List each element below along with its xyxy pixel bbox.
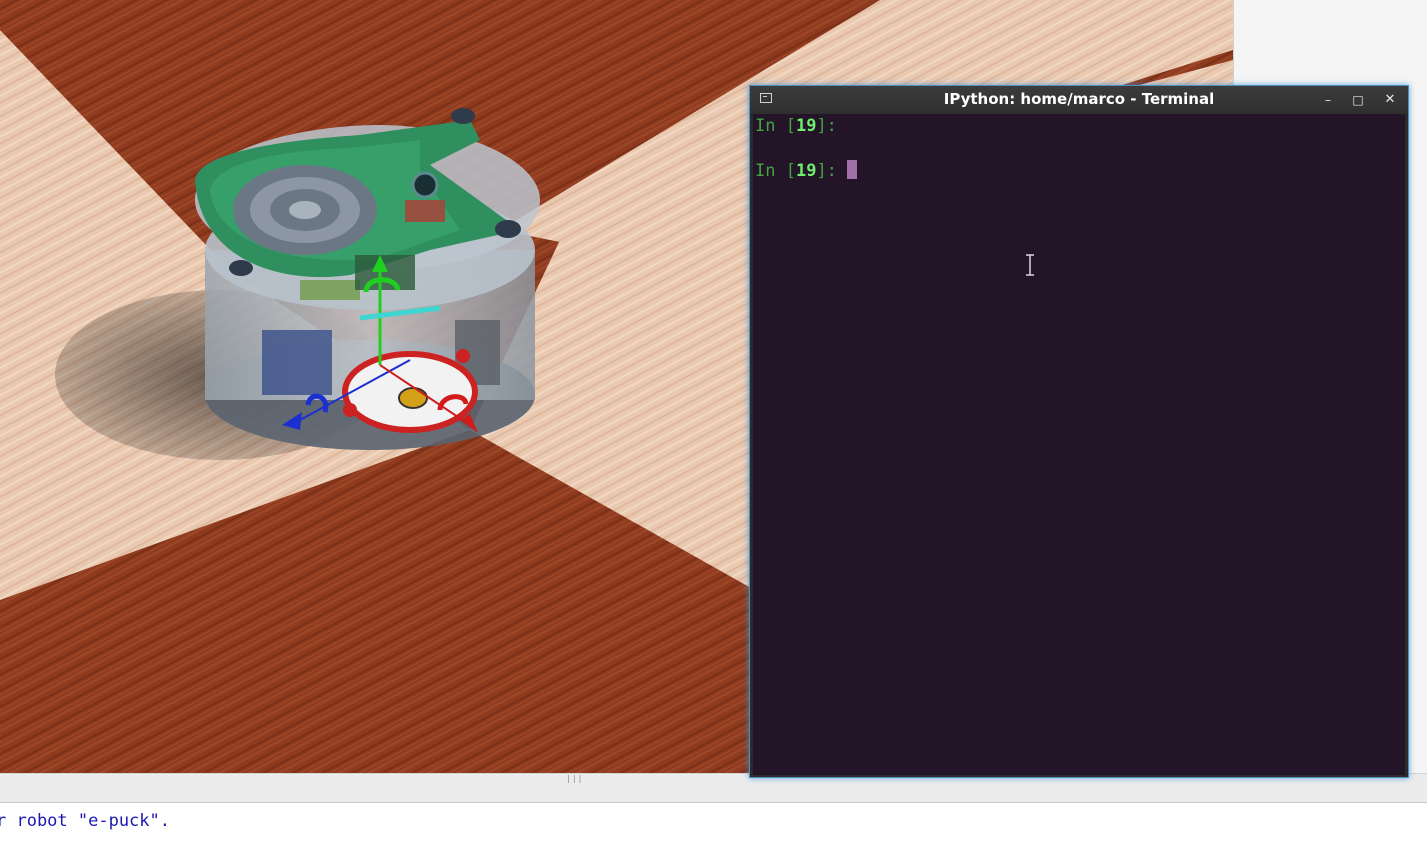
ipython-prompt: In [19]:: [755, 116, 847, 136]
prompt-number: 19: [795, 161, 817, 181]
close-button[interactable]: ✕: [1380, 90, 1400, 110]
prompt-suffix: ]:: [816, 161, 848, 181]
terminal-titlebar[interactable]: IPython: home/marco - Terminal – □ ✕: [750, 86, 1408, 114]
text-cursor: [847, 160, 858, 179]
splitter-grip-icon[interactable]: |||: [566, 774, 583, 783]
console-output-line: r robot "e-puck".: [0, 811, 170, 831]
terminal-body[interactable]: In [19]: In [19]:: [753, 114, 1405, 775]
console-panel: r robot "e-puck".: [0, 803, 1427, 843]
ibeam-cursor-icon: [1026, 254, 1034, 276]
maximize-button[interactable]: □: [1348, 90, 1368, 110]
terminal-window[interactable]: IPython: home/marco - Terminal – □ ✕ In …: [749, 85, 1409, 778]
prompt-prefix: In [: [755, 161, 796, 181]
prompt-prefix: In [: [755, 116, 796, 136]
window-title: IPython: home/marco - Terminal: [943, 90, 1215, 108]
minimize-button[interactable]: –: [1318, 90, 1338, 110]
prompt-number: 19: [795, 116, 817, 136]
prompt-suffix: ]:: [816, 116, 848, 136]
ipython-prompt-active[interactable]: In [19]:: [755, 160, 858, 181]
desktop: ||| r robot "e-puck". IPython: home/marc…: [0, 0, 1427, 843]
